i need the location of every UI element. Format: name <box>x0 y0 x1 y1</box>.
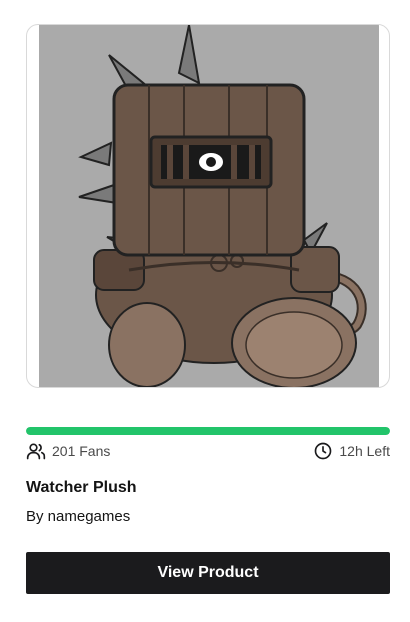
fans-count: 201 Fans <box>26 441 110 461</box>
clock-icon <box>315 442 332 460</box>
view-product-button[interactable]: View Product <box>26 552 390 594</box>
product-stats: 201 Fans 12h Left <box>26 441 390 461</box>
funding-progress-bar <box>26 427 390 435</box>
product-creator: By namegames <box>26 508 131 525</box>
product-card: 201 Fans 12h Left Watcher Plush By nameg… <box>0 0 410 622</box>
watcher-plush-illustration <box>39 25 379 387</box>
product-image[interactable] <box>26 24 390 388</box>
users-icon <box>26 443 46 460</box>
fans-label: 201 Fans <box>52 443 111 459</box>
product-title[interactable]: Watcher Plush <box>26 479 137 497</box>
time-left: 12h Left <box>313 441 390 461</box>
time-left-label: 12h Left <box>339 443 390 459</box>
funding-progress-fill <box>26 427 390 435</box>
